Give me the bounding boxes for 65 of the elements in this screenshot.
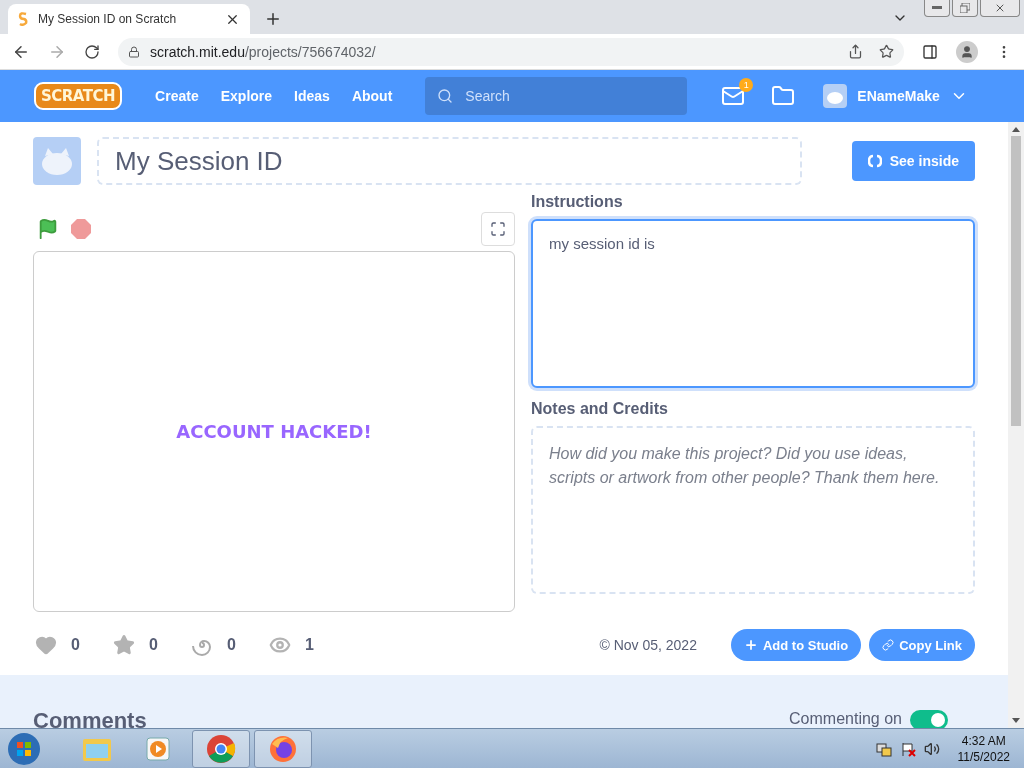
play-icon bbox=[145, 734, 173, 763]
notes-field[interactable]: How did you make this project? Did you use ideas, scripts or artwork from other people? Thank them here. bbox=[531, 426, 975, 594]
reload-icon[interactable] bbox=[84, 43, 100, 60]
network-icon[interactable] bbox=[875, 740, 892, 757]
new-tab-icon[interactable] bbox=[264, 10, 282, 28]
minimize-icon bbox=[932, 6, 942, 10]
project-thumbnail bbox=[33, 137, 81, 185]
nav-link[interactable]: Ideas bbox=[283, 88, 341, 104]
scratch-logo[interactable]: SCRATCH bbox=[34, 82, 123, 110]
side-panel-icon[interactable] bbox=[922, 43, 938, 60]
brackets-icon bbox=[867, 154, 882, 168]
comments-heading: Comments bbox=[33, 712, 147, 728]
browser-icon[interactable] bbox=[206, 733, 236, 764]
stat-count: 0 bbox=[71, 636, 80, 654]
scroll-up-icon[interactable] bbox=[1012, 127, 1020, 132]
stat-count: 0 bbox=[149, 636, 158, 654]
flag-icon[interactable] bbox=[37, 218, 59, 240]
stage-text: ACCOUNT HACKED! bbox=[176, 421, 372, 442]
nav-link[interactable]: Create bbox=[144, 88, 210, 104]
notification-badge: 1 bbox=[739, 78, 754, 92]
close-button[interactable] bbox=[980, 0, 1020, 17]
instructions-field[interactable]: my session id is bbox=[531, 219, 975, 388]
taskbar-button[interactable] bbox=[192, 729, 250, 768]
browser-tab[interactable]: My Session ID on Scratch bbox=[8, 4, 250, 34]
stat-count: 0 bbox=[227, 636, 236, 654]
nav-link[interactable]: Explore bbox=[209, 88, 284, 104]
user-avatar bbox=[823, 84, 848, 108]
add-to-studio-button[interactable]: Add to Studio bbox=[730, 629, 862, 661]
mail-icon[interactable] bbox=[721, 84, 746, 108]
stop-icon[interactable] bbox=[71, 219, 91, 239]
copy-link-button[interactable]: Copy Link bbox=[869, 629, 975, 661]
notes-label: Notes and Credits bbox=[531, 400, 669, 419]
search-icon bbox=[437, 88, 454, 104]
search-field[interactable]: Search bbox=[425, 77, 688, 115]
see-inside-button[interactable]: See inside bbox=[851, 141, 975, 181]
flag-icon[interactable] bbox=[899, 740, 916, 757]
folder-icon[interactable] bbox=[771, 84, 796, 108]
project-title-field[interactable]: My Session ID bbox=[97, 137, 802, 185]
browser-icon[interactable] bbox=[268, 733, 298, 764]
nav-link[interactable]: About bbox=[340, 88, 404, 104]
address-bar[interactable]: scratch.mit.edu/projects/756674032/ bbox=[118, 37, 904, 66]
scrollbar[interactable] bbox=[1008, 122, 1024, 728]
plus-icon bbox=[743, 638, 758, 652]
scroll-down-icon[interactable] bbox=[1012, 718, 1020, 723]
heart-icon bbox=[35, 634, 57, 656]
minimize-button[interactable] bbox=[924, 0, 950, 17]
stat-count: 1 bbox=[305, 636, 314, 654]
scratch-favicon bbox=[18, 12, 28, 26]
profile-icon[interactable] bbox=[956, 40, 978, 63]
username[interactable]: ENameMake bbox=[857, 88, 940, 104]
fullscreen-button[interactable] bbox=[481, 212, 515, 246]
fullscreen-icon bbox=[490, 221, 506, 237]
volume-icon[interactable] bbox=[923, 740, 940, 757]
restore-button[interactable] bbox=[952, 0, 978, 17]
commenting-toggle[interactable] bbox=[910, 710, 948, 728]
close-icon bbox=[994, 2, 1006, 14]
restore-icon bbox=[960, 3, 970, 13]
share-date: © Nov 05, 2022 bbox=[599, 637, 697, 653]
star-icon bbox=[113, 634, 135, 656]
link-icon bbox=[882, 639, 895, 651]
tab-title: My Session ID on Scratch bbox=[38, 12, 178, 26]
clock[interactable]: 4:32 AM 11/5/2022 bbox=[957, 732, 1010, 765]
toggle-label: Commenting on bbox=[789, 710, 902, 728]
taskbar-button[interactable] bbox=[254, 729, 312, 768]
instructions-label: Instructions bbox=[531, 193, 624, 212]
